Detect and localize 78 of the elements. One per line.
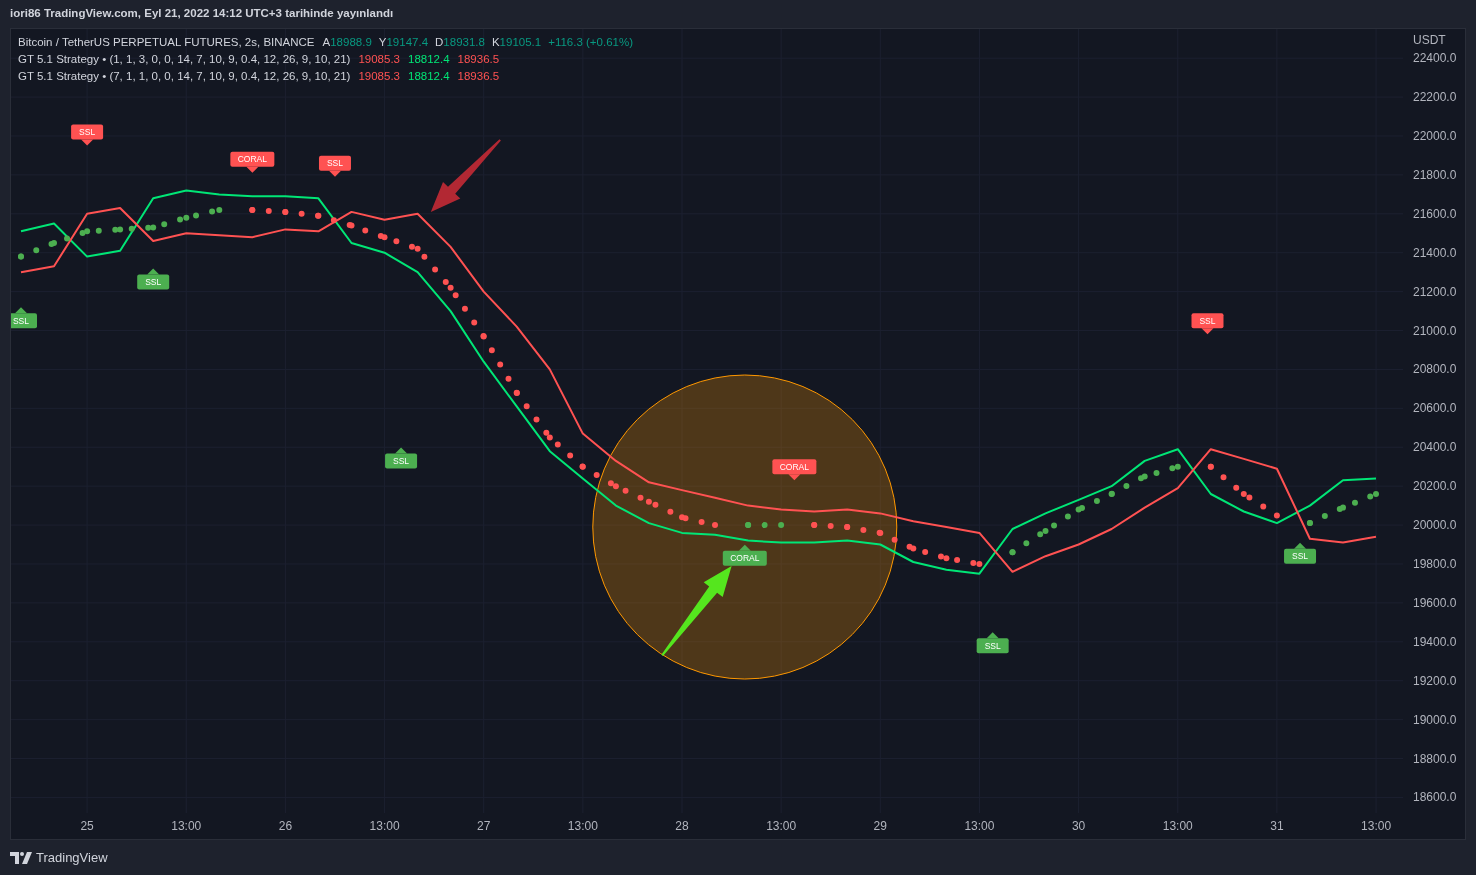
- time-tick: 13:00: [171, 819, 202, 833]
- annotation: CORAL: [730, 553, 760, 564]
- annotation: SSL: [145, 276, 162, 287]
- currency-label: USDT: [1413, 33, 1446, 47]
- ohlc-label: K: [491, 35, 500, 50]
- ohlc-label: Y: [378, 35, 387, 50]
- signal-label: SSL: [71, 124, 104, 146]
- time-tick: 26: [278, 819, 293, 833]
- price-tick: 19400.0: [1413, 634, 1457, 649]
- signal-label: CORAL: [722, 544, 767, 566]
- logo-icon[interactable]: [10, 851, 32, 864]
- annotation: CORAL: [237, 154, 268, 165]
- price-tick: 18600.0: [1413, 790, 1457, 805]
- signal-label: SSL: [976, 632, 1009, 654]
- indicator-value: 18812.4: [408, 69, 450, 84]
- indicator-value: 19085.3: [358, 69, 400, 84]
- indicator-name: GT 5.1 Strategy • (1, 1, 3, 0, 0, 14, 7, 10, 9, 0.4, 12, 26, 9, 10, 21): [18, 52, 351, 67]
- annotation: SSL: [1292, 551, 1309, 562]
- signal-label: SSL: [11, 307, 37, 329]
- time-tick: 28: [675, 819, 689, 833]
- signal-label: SSL: [137, 268, 170, 290]
- indicator-value: 18936.5: [457, 52, 500, 67]
- price-tick: 19200.0: [1413, 673, 1457, 688]
- time-tick: 13:00: [1361, 819, 1392, 833]
- time-tick: 13:00: [1162, 819, 1193, 833]
- annotation: CORAL: [779, 461, 810, 472]
- time-tick: 25: [80, 819, 94, 833]
- annotation: SSL: [393, 455, 410, 466]
- symbol-title: Bitcoin / TetherUS PERPETUAL FUTURES, 2s, BINANCE: [18, 35, 315, 50]
- price-tick: 22200.0: [1413, 90, 1457, 105]
- ohlc-value: 18931.8: [443, 35, 485, 50]
- time-tick: 13:00: [567, 819, 598, 833]
- price-tick: 21000.0: [1413, 323, 1457, 338]
- ohlc-label: D: [435, 35, 444, 50]
- price-tick: 20800.0: [1413, 362, 1457, 377]
- price-tick: 21400.0: [1413, 245, 1457, 260]
- price-tick: 20600.0: [1413, 401, 1457, 416]
- time-tick: 13:00: [766, 819, 797, 833]
- publish-caption: iori86 TradingView.com, Eyl 21, 2022 14:12 UTC+3 tarihinde yayınlandı: [10, 6, 394, 22]
- time-tick: 31: [1270, 819, 1284, 833]
- price-tick: 21600.0: [1413, 206, 1457, 221]
- price-tick: 21200.0: [1413, 284, 1457, 299]
- time-tick: 29: [873, 819, 887, 833]
- brand-name[interactable]: TradingView: [36, 847, 108, 868]
- time-tick: 27: [477, 819, 491, 833]
- annotation: SSL: [12, 315, 30, 326]
- price-tick: 20400.0: [1413, 440, 1457, 455]
- price-tick: 18800.0: [1413, 751, 1457, 766]
- annotation: SSL: [79, 127, 96, 138]
- indicator-value: 18936.5: [457, 69, 500, 84]
- signal-label: CORAL: [230, 151, 275, 173]
- time-tick: 30: [1071, 819, 1086, 833]
- annotation: SSL: [1199, 315, 1216, 326]
- annotation: SSL: [984, 640, 1001, 651]
- time-tick: 13:00: [369, 819, 400, 833]
- signal-label: SSL: [319, 155, 351, 177]
- time-tick: 13:00: [964, 819, 995, 833]
- price-change: +116.3 (+0.61%): [548, 35, 633, 50]
- signal-label: SSL: [385, 447, 418, 469]
- price-tick: 21800.0: [1413, 167, 1457, 182]
- indicator-value: 19085.3: [358, 52, 400, 67]
- annotation: SSL: [326, 158, 344, 169]
- ohlc-value: 19147.4: [386, 35, 429, 50]
- price-tick: 22000.0: [1413, 129, 1457, 143]
- ohlc-value: 19105.1: [499, 35, 542, 50]
- price-tick: 19000.0: [1413, 712, 1457, 727]
- indicator-value: 18812.4: [408, 52, 450, 67]
- price-tick: 19800.0: [1413, 557, 1457, 571]
- ohlc-label: A: [322, 35, 331, 50]
- price-tick: 22400.0: [1413, 51, 1457, 66]
- ohlc-value: 18988.9: [330, 35, 372, 50]
- indicator-name: GT 5.1 Strategy • (7, 1, 1, 0, 0, 14, 7, 10, 9, 0.4, 12, 26, 9, 10, 21): [18, 69, 351, 84]
- price-tick: 19600.0: [1413, 595, 1457, 610]
- signal-label: CORAL: [772, 459, 817, 481]
- price-tick: 20200.0: [1413, 479, 1457, 494]
- price-tick: 20000.0: [1413, 518, 1457, 533]
- signal-label: SSL: [1191, 313, 1224, 335]
- signal-label: SSL: [1284, 542, 1317, 564]
